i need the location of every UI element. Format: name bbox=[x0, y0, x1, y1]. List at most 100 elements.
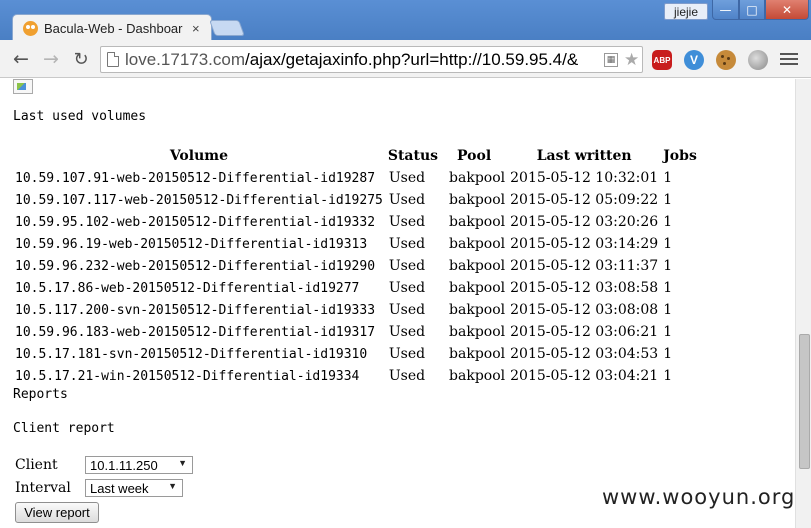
cell-pool: bakpool bbox=[449, 368, 506, 384]
browser-toolbar: ← → ↻ love.17173.com/ajax/getajaxinfo.ph… bbox=[0, 40, 811, 78]
table-header-row: Volume Status Pool Last written Jobs bbox=[13, 145, 700, 167]
address-bar[interactable]: love.17173.com/ajax/getajaxinfo.php?url=… bbox=[100, 46, 643, 73]
cell-volume: 10.59.96.183-web-20150512-Differential-i… bbox=[15, 324, 376, 340]
cell-last-written: 2015-05-12 03:04:21 bbox=[510, 368, 659, 384]
cell-jobs: 1 bbox=[663, 258, 673, 274]
cell-status: Used bbox=[388, 258, 426, 274]
cell-pool: bakpool bbox=[449, 302, 506, 318]
cell-jobs: 1 bbox=[663, 280, 673, 296]
globe-extension-icon[interactable] bbox=[748, 50, 768, 70]
cell-last-written: 2015-05-12 03:04:53 bbox=[510, 346, 659, 362]
table-row: 10.59.96.183-web-20150512-Differential-i… bbox=[13, 321, 700, 343]
cell-last-written: 2015-05-12 03:11:37 bbox=[510, 258, 659, 274]
cell-volume: 10.5.17.181-svn-20150512-Differential-id… bbox=[15, 346, 368, 362]
cell-status: Used bbox=[388, 302, 426, 318]
table-row: 10.5.17.21-win-20150512-Differential-id1… bbox=[13, 365, 700, 387]
chevron-down-icon: ▼ bbox=[178, 458, 187, 468]
cell-pool: bakpool bbox=[449, 346, 506, 362]
cell-jobs: 1 bbox=[663, 346, 673, 362]
cell-status: Used bbox=[388, 324, 426, 340]
table-row: 10.5.117.200-svn-20150512-Differential-i… bbox=[13, 299, 700, 321]
column-header-pool: Pool bbox=[457, 148, 492, 164]
cell-volume: 10.59.96.232-web-20150512-Differential-i… bbox=[15, 258, 376, 274]
cookie-extension-icon[interactable] bbox=[716, 50, 736, 70]
interval-select[interactable]: Last week ▼ bbox=[85, 479, 183, 497]
cell-pool: bakpool bbox=[449, 258, 506, 274]
cell-pool: bakpool bbox=[449, 324, 506, 340]
adblock-icon[interactable]: ABP bbox=[652, 50, 672, 70]
scrollbar-thumb[interactable] bbox=[799, 334, 810, 469]
cell-last-written: 2015-05-12 03:06:21 bbox=[510, 324, 659, 340]
cell-status: Used bbox=[388, 214, 426, 230]
profile-user-badge[interactable]: jiejie bbox=[664, 3, 708, 20]
reload-icon[interactable]: ↻ bbox=[70, 48, 92, 70]
watermark-text: www.wooyun.org bbox=[602, 485, 796, 509]
cell-volume: 10.59.95.102-web-20150512-Differential-i… bbox=[15, 214, 376, 230]
tab-title: Bacula-Web - Dashboar bbox=[44, 21, 183, 36]
url-text[interactable]: love.17173.com/ajax/getajaxinfo.php?url=… bbox=[125, 50, 600, 70]
table-row: 10.59.96.232-web-20150512-Differential-i… bbox=[13, 255, 700, 277]
new-tab-button[interactable] bbox=[209, 20, 245, 36]
cell-jobs: 1 bbox=[663, 170, 673, 186]
cell-pool: bakpool bbox=[449, 170, 506, 186]
forward-arrow-icon[interactable]: → bbox=[40, 48, 62, 70]
browser-tab[interactable]: Bacula-Web - Dashboar × bbox=[12, 14, 212, 42]
tab-close-icon[interactable]: × bbox=[192, 21, 200, 36]
column-header-status: Status bbox=[387, 148, 439, 164]
bookmark-star-icon[interactable]: ★ bbox=[624, 50, 639, 70]
client-label: Client bbox=[15, 457, 58, 473]
back-arrow-icon[interactable]: ← bbox=[10, 48, 32, 70]
cell-jobs: 1 bbox=[663, 302, 673, 318]
table-row: 10.5.17.181-svn-20150512-Differential-id… bbox=[13, 343, 700, 365]
cell-status: Used bbox=[388, 236, 426, 252]
cell-last-written: 2015-05-12 03:08:08 bbox=[510, 302, 659, 318]
broken-image-icon bbox=[13, 79, 33, 94]
client-select[interactable]: 10.1.11.250 ▼ bbox=[85, 456, 193, 474]
chevron-down-icon: ▼ bbox=[168, 481, 177, 491]
cell-volume: 10.5.17.21-win-20150512-Differential-id1… bbox=[15, 368, 360, 384]
last-used-volumes-heading: Last used volumes bbox=[13, 109, 147, 124]
table-row: 10.59.96.19-web-20150512-Differential-id… bbox=[13, 233, 700, 255]
cell-volume: 10.59.107.91-web-20150512-Differential-i… bbox=[15, 170, 376, 186]
cell-volume: 10.59.107.117-web-20150512-Differential-… bbox=[15, 192, 383, 208]
interval-label: Interval bbox=[15, 480, 71, 496]
cell-jobs: 1 bbox=[663, 192, 673, 208]
cell-pool: bakpool bbox=[449, 236, 506, 252]
cell-last-written: 2015-05-12 05:09:22 bbox=[510, 192, 659, 208]
view-report-button[interactable]: View report bbox=[15, 502, 99, 523]
table-row: 10.5.17.86-web-20150512-Differential-id1… bbox=[13, 277, 700, 299]
volumes-table: Volume Status Pool Last written Jobs 10.59.1… bbox=[13, 145, 700, 387]
maximize-button[interactable]: □ bbox=[739, 0, 765, 20]
cell-last-written: 2015-05-12 03:14:29 bbox=[510, 236, 659, 252]
close-window-button[interactable]: ✕ bbox=[765, 0, 809, 20]
table-row: 10.59.95.102-web-20150512-Differential-i… bbox=[13, 211, 700, 233]
translate-icon[interactable]: ▦ bbox=[604, 52, 618, 67]
cell-jobs: 1 bbox=[663, 324, 673, 340]
minimize-button[interactable]: — bbox=[712, 0, 739, 20]
url-path: /ajax/getajaxinfo.php?url=http://10.59.9… bbox=[245, 49, 579, 69]
cell-jobs: 1 bbox=[663, 236, 673, 252]
menu-icon[interactable] bbox=[780, 53, 798, 67]
client-select-value: 10.1.11.250 bbox=[90, 457, 158, 473]
column-header-volume: Volume bbox=[169, 148, 228, 164]
table-row: 10.59.107.91-web-20150512-Differential-i… bbox=[13, 167, 700, 189]
cell-volume: 10.59.96.19-web-20150512-Differential-id… bbox=[15, 236, 368, 252]
vertical-scrollbar[interactable] bbox=[795, 79, 811, 528]
cell-jobs: 1 bbox=[663, 214, 673, 230]
page-content: Last used volumes Volume Status Pool Last w… bbox=[0, 79, 795, 528]
cell-volume: 10.5.17.86-web-20150512-Differential-id1… bbox=[15, 280, 360, 296]
cell-status: Used bbox=[388, 280, 426, 296]
window-titlebar: Bacula-Web - Dashboar × jiejie — □ ✕ bbox=[0, 0, 811, 42]
cell-pool: bakpool bbox=[449, 192, 506, 208]
url-host: love.17173.com bbox=[125, 49, 246, 69]
v-extension-icon[interactable]: V bbox=[684, 50, 704, 70]
page-icon bbox=[107, 52, 119, 67]
column-header-last-written: Last written bbox=[536, 148, 632, 164]
cell-last-written: 2015-05-12 10:32:01 bbox=[510, 170, 659, 186]
cell-status: Used bbox=[388, 346, 426, 362]
interval-select-value: Last week bbox=[90, 480, 149, 496]
cell-volume: 10.5.117.200-svn-20150512-Differential-i… bbox=[15, 302, 376, 318]
cell-last-written: 2015-05-12 03:20:26 bbox=[510, 214, 659, 230]
table-row: 10.59.107.117-web-20150512-Differential-… bbox=[13, 189, 700, 211]
column-header-jobs: Jobs bbox=[663, 148, 697, 164]
